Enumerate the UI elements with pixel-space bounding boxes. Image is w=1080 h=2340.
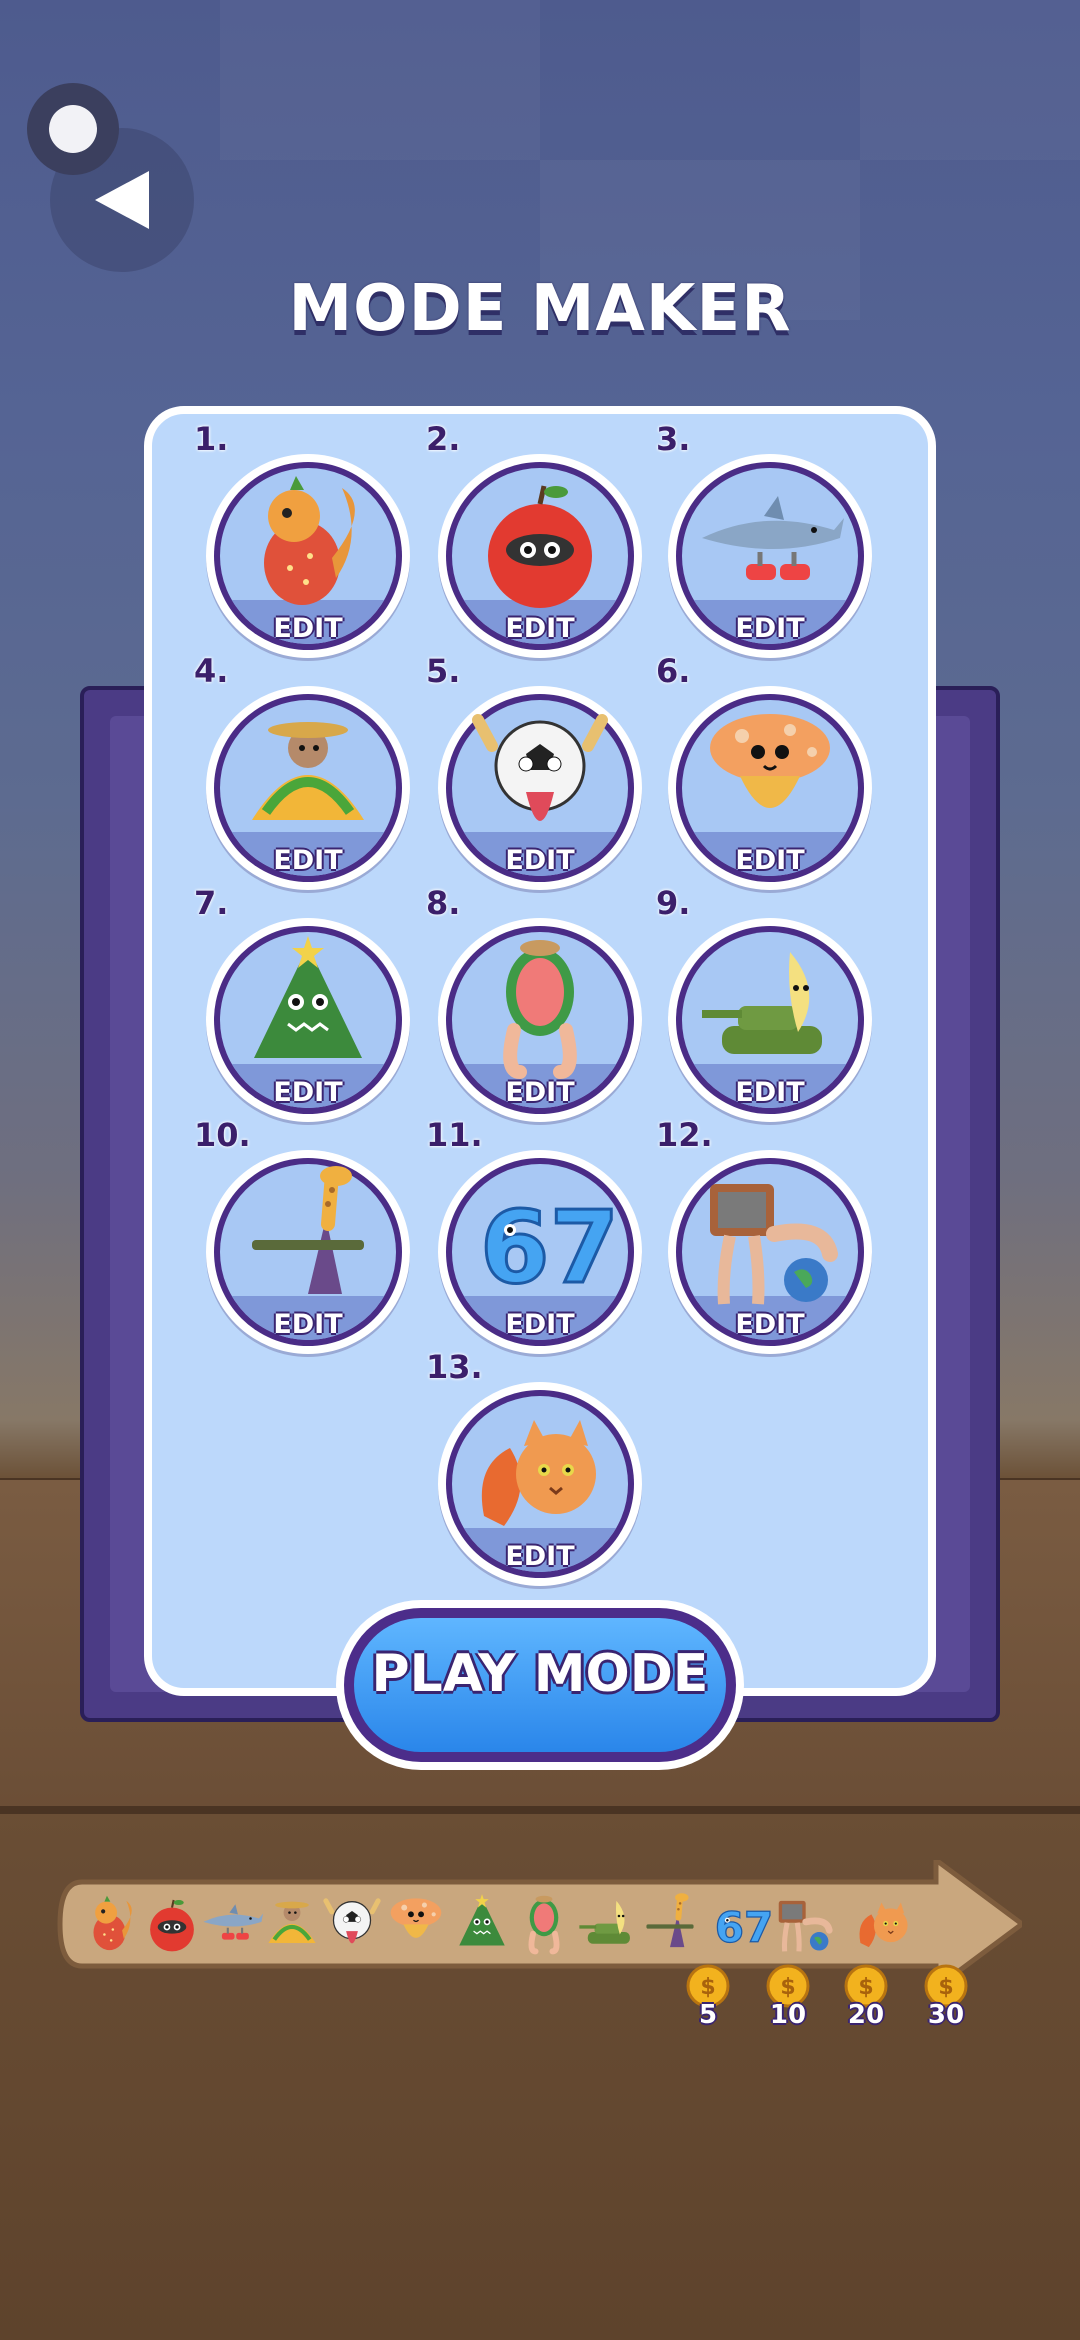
edit-button[interactable]: EDIT — [206, 845, 410, 876]
progress-strawberry-squirrel-icon — [80, 1892, 144, 1956]
mode-slot-12[interactable]: 12. EDIT — [656, 1116, 872, 1354]
play-mode-label: PLAY MODE — [371, 1644, 709, 1704]
reward-count: 5 — [698, 2000, 718, 2030]
mushroom-creature-icon — [710, 714, 830, 808]
progress-soccer-ball-face-icon — [320, 1892, 384, 1956]
svg-text:$: $ — [858, 1975, 873, 2000]
slot-number: 11. — [426, 1116, 483, 1154]
slot-number: 4. — [194, 652, 229, 690]
svg-text:67: 67 — [715, 1903, 772, 1952]
mode-slot-13[interactable]: 13. EDIT — [426, 1348, 642, 1586]
slot-number: 2. — [426, 420, 461, 458]
mode-slot-3[interactable]: 3. EDIT — [656, 420, 872, 658]
christmas-tree-monster-icon — [254, 936, 362, 1058]
page-title: MODE MAKER — [288, 272, 792, 346]
mode-slot-4[interactable]: 4. EDIT — [194, 652, 410, 890]
progress-apple-raccoon-icon — [140, 1892, 204, 1956]
floor-edge — [0, 1806, 1080, 1814]
edit-button[interactable]: EDIT — [668, 845, 872, 876]
giraffe-eiffel-plane-icon — [252, 1166, 364, 1294]
play-mode-button[interactable]: PLAY MODE — [336, 1600, 744, 1770]
apple-raccoon-icon — [488, 485, 592, 608]
progress-cat-shrimp-icon — [852, 1892, 916, 1956]
svg-text:67: 67 — [480, 1189, 616, 1306]
slot-number: 5. — [426, 652, 461, 690]
edit-button[interactable]: EDIT — [668, 1077, 872, 1108]
wall-tile — [220, 0, 540, 160]
slot-number: 13. — [426, 1348, 483, 1386]
edit-button[interactable]: EDIT — [438, 613, 642, 644]
slot-number: 6. — [656, 652, 691, 690]
progress-tv-legs-earth-icon — [772, 1892, 836, 1956]
mode-slot-2[interactable]: 2. EDIT — [426, 420, 642, 658]
wall-tile — [860, 0, 1080, 160]
progress-shark-with-sneakers-icon — [200, 1892, 264, 1956]
mode-slot-5[interactable]: 5. EDIT — [426, 652, 642, 890]
progress-watermelon-legs-icon — [512, 1892, 576, 1956]
slot-number: 1. — [194, 420, 229, 458]
edit-button[interactable]: EDIT — [438, 1541, 642, 1572]
mode-slot-10[interactable]: 10. EDIT — [194, 1116, 410, 1354]
toggle-knob — [49, 105, 97, 153]
taco-mouse-icon — [252, 722, 364, 820]
progress-mushroom-creature-icon — [384, 1892, 448, 1956]
slot-number: 7. — [194, 884, 229, 922]
strawberry-squirrel-icon — [264, 476, 355, 605]
slot-number: 12. — [656, 1116, 713, 1154]
reward-count: 20 — [847, 2000, 885, 2030]
edit-button[interactable]: EDIT — [206, 613, 410, 644]
number-67-icon: 67 — [479, 1188, 617, 1308]
tv-legs-earth-icon — [710, 1184, 838, 1305]
mode-slot-9[interactable]: 9. EDIT — [656, 884, 872, 1122]
progress-christmas-tree-monster-icon — [450, 1892, 514, 1956]
svg-text:$: $ — [938, 1975, 953, 2000]
edit-button[interactable]: EDIT — [438, 1309, 642, 1340]
settings-toggle[interactable] — [27, 83, 119, 175]
mode-slot-7[interactable]: 7. EDIT — [194, 884, 410, 1122]
svg-text:$: $ — [700, 1975, 715, 2000]
svg-text:$: $ — [780, 1975, 795, 2000]
mode-slot-11[interactable]: 67 11. EDIT — [426, 1116, 642, 1354]
banana-tank-icon — [702, 952, 822, 1054]
mode-slot-8[interactable]: 8. EDIT — [426, 884, 642, 1122]
shark-with-sneakers-icon — [702, 496, 844, 580]
unlock-progress-track: 67 $5 $10 $20 $30 — [56, 1860, 1022, 2030]
progress-giraffe-eiffel-plane-icon — [638, 1892, 702, 1956]
edit-button[interactable]: EDIT — [668, 613, 872, 644]
cat-shrimp-icon — [481, 1420, 596, 1526]
progress-number-67-icon: 67 — [708, 1892, 774, 1956]
edit-button[interactable]: EDIT — [206, 1077, 410, 1108]
slot-number: 3. — [656, 420, 691, 458]
mode-slot-6[interactable]: 6. EDIT — [656, 652, 872, 890]
progress-banana-tank-icon — [576, 1892, 640, 1956]
reward-count: 30 — [927, 2000, 965, 2030]
slot-number: 10. — [194, 1116, 251, 1154]
edit-button[interactable]: EDIT — [206, 1309, 410, 1340]
slot-number: 8. — [426, 884, 461, 922]
watermelon-legs-icon — [503, 940, 577, 1079]
reward-count: 10 — [769, 2000, 807, 2030]
soccer-ball-face-icon — [472, 714, 608, 821]
edit-button[interactable]: EDIT — [668, 1309, 872, 1340]
progress-taco-mouse-icon — [260, 1892, 324, 1956]
back-arrow-icon — [95, 171, 149, 229]
edit-button[interactable]: EDIT — [438, 1077, 642, 1108]
slot-number: 9. — [656, 884, 691, 922]
mode-slot-1[interactable]: 1. EDIT — [194, 420, 410, 658]
edit-button[interactable]: EDIT — [438, 845, 642, 876]
